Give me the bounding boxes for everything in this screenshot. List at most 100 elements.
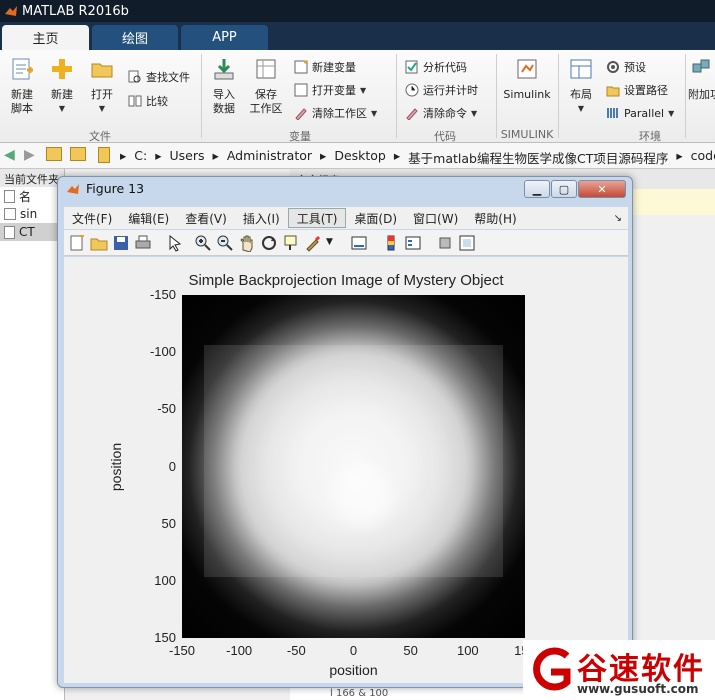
breadcrumb-item[interactable]: Desktop: [334, 148, 386, 167]
hide-plot-tools-icon[interactable]: [436, 234, 454, 252]
forward-arrow-icon[interactable]: ▶: [24, 147, 35, 163]
save-workspace-icon: [256, 59, 276, 79]
addons-button[interactable]: 附加功: [688, 56, 715, 102]
up-folder-icon[interactable]: [46, 147, 62, 161]
breadcrumb-sep-icon: ▸: [120, 148, 127, 163]
tab-home[interactable]: 主页: [2, 25, 89, 50]
current-folder-pane: 当前文件夹 名 sin CT: [0, 169, 65, 700]
y-tick-label: -150: [149, 287, 176, 302]
figure-title: Figure 13: [86, 181, 145, 196]
run-and-time-button[interactable]: 运行并计时: [405, 81, 478, 99]
open-button[interactable]: 打开 ▼: [86, 56, 118, 116]
show-plot-tools-icon[interactable]: [458, 234, 476, 252]
new-variable-button[interactable]: 新建变量: [294, 58, 356, 76]
menu-file[interactable]: 文件(F): [64, 208, 120, 228]
layout-button[interactable]: 布局 ▼: [564, 56, 598, 116]
zoom-out-icon[interactable]: [216, 234, 234, 252]
x-tick-label: -50: [286, 643, 306, 658]
addons-icon: [692, 59, 709, 73]
breadcrumb-item[interactable]: 基于matlab编程生物医学成像CT项目源码程序: [408, 148, 668, 167]
set-path-icon: [606, 86, 620, 97]
browse-folder-icon[interactable]: [70, 147, 86, 161]
close-button[interactable]: ✕: [578, 180, 626, 198]
file-name: CT: [19, 225, 35, 239]
simulink-button[interactable]: Simulink: [502, 56, 552, 102]
menu-view[interactable]: 查看(V): [177, 208, 235, 228]
x-tick-label: -150: [168, 643, 196, 658]
parallel-button[interactable]: Parallel ▼: [606, 104, 674, 122]
new-script-button[interactable]: 新建 脚本: [4, 56, 40, 116]
group-variable-label: 变量: [289, 130, 311, 143]
new-figure-icon[interactable]: [68, 234, 86, 252]
maximize-button[interactable]: ▢: [551, 180, 577, 198]
set-path-button[interactable]: 设置路径: [606, 81, 668, 99]
tab-plots[interactable]: 绘图: [92, 25, 178, 50]
watermark: 谷速软件 www.gusuoft.com: [523, 640, 715, 700]
rotate-3d-icon[interactable]: [260, 234, 278, 252]
menu-window[interactable]: 窗口(W): [405, 208, 466, 228]
new-button[interactable]: 新建 ▼: [46, 56, 78, 116]
brush-dropdown-icon[interactable]: ▼: [326, 237, 344, 255]
save-workspace-button[interactable]: 保存 工作区: [246, 56, 286, 116]
open-variable-dropdown-icon: ▼: [360, 85, 367, 95]
clear-workspace-button[interactable]: 清除工作区 ▼: [294, 104, 377, 122]
open-file-icon[interactable]: [90, 234, 108, 252]
brush-icon[interactable]: [304, 234, 322, 252]
menu-tools[interactable]: 工具(T): [287, 208, 347, 228]
save-workspace-label: 保存 工作区: [249, 88, 283, 115]
compare-button[interactable]: 比较: [128, 92, 168, 110]
pointer-icon[interactable]: [166, 234, 184, 252]
minimize-icon: ▁: [532, 182, 542, 196]
back-arrow-icon[interactable]: ◀: [4, 147, 15, 163]
app-title: MATLAB R2016b: [22, 3, 129, 19]
analyze-code-button[interactable]: 分析代码: [405, 58, 467, 76]
menu-help[interactable]: 帮助(H): [466, 208, 524, 228]
addons-label: 附加功: [688, 88, 715, 101]
data-cursor-icon[interactable]: [282, 234, 300, 252]
list-item[interactable]: CT: [0, 223, 64, 241]
import-data-button[interactable]: 导入 数据: [206, 56, 242, 116]
find-files-icon: [128, 70, 141, 83]
ribbon: 新建 脚本 新建 ▼ 打开 ▼ 查找文件 比较 文件 导入 数据 保存 工作区 新建…: [0, 50, 715, 143]
minimize-button[interactable]: ▁: [524, 180, 550, 198]
menu-insert[interactable]: 插入(I): [235, 208, 288, 228]
menu-edit[interactable]: 编辑(E): [120, 208, 177, 228]
pan-hand-icon[interactable]: [238, 234, 256, 252]
breadcrumb-sep-icon: ▸: [155, 148, 162, 163]
zoom-in-icon[interactable]: [194, 234, 212, 252]
dock-arrow-icon[interactable]: ↘: [614, 213, 622, 224]
breadcrumb-item[interactable]: code: [691, 148, 715, 167]
menu-desktop[interactable]: 桌面(D): [346, 208, 405, 228]
save-icon[interactable]: [112, 234, 130, 252]
x-tick-label: 0: [349, 643, 358, 658]
list-item[interactable]: sin: [0, 205, 64, 223]
tab-apps[interactable]: APP: [181, 25, 268, 50]
file-icon: [4, 189, 15, 203]
column-header-name: 名: [19, 189, 32, 204]
y-tick-label: 0: [168, 458, 176, 474]
list-item[interactable]: 名: [0, 187, 64, 205]
print-icon[interactable]: [134, 234, 152, 252]
preferences-button[interactable]: 预设: [606, 58, 646, 76]
file-icon: [4, 225, 15, 239]
breadcrumb-sep-icon: ▸: [212, 148, 219, 163]
ribbon-separator: [558, 54, 559, 138]
new-script-label: 新建 脚本: [11, 88, 33, 115]
clear-commands-icon: [406, 108, 418, 120]
clear-commands-button[interactable]: 清除命令 ▼: [405, 104, 477, 122]
find-files-button[interactable]: 查找文件: [128, 68, 190, 86]
figure-file-icon: [4, 208, 16, 220]
breadcrumb-item[interactable]: Users: [170, 148, 205, 167]
link-plot-icon[interactable]: [350, 234, 368, 252]
breadcrumb-item[interactable]: Administrator: [227, 148, 312, 167]
breadcrumb-item[interactable]: C:: [134, 148, 147, 167]
legend-icon[interactable]: [404, 234, 422, 252]
matlab-logo-icon: [5, 6, 17, 16]
open-variable-button[interactable]: 打开变量 ▼: [294, 81, 366, 99]
watermark-logo-icon: [533, 647, 571, 691]
colorbar-icon[interactable]: [382, 234, 400, 252]
new-label: 新建: [51, 88, 73, 101]
plus-icon: [52, 59, 72, 79]
open-label: 打开: [91, 88, 113, 101]
matlab-titlebar: MATLAB R2016b: [0, 0, 715, 22]
